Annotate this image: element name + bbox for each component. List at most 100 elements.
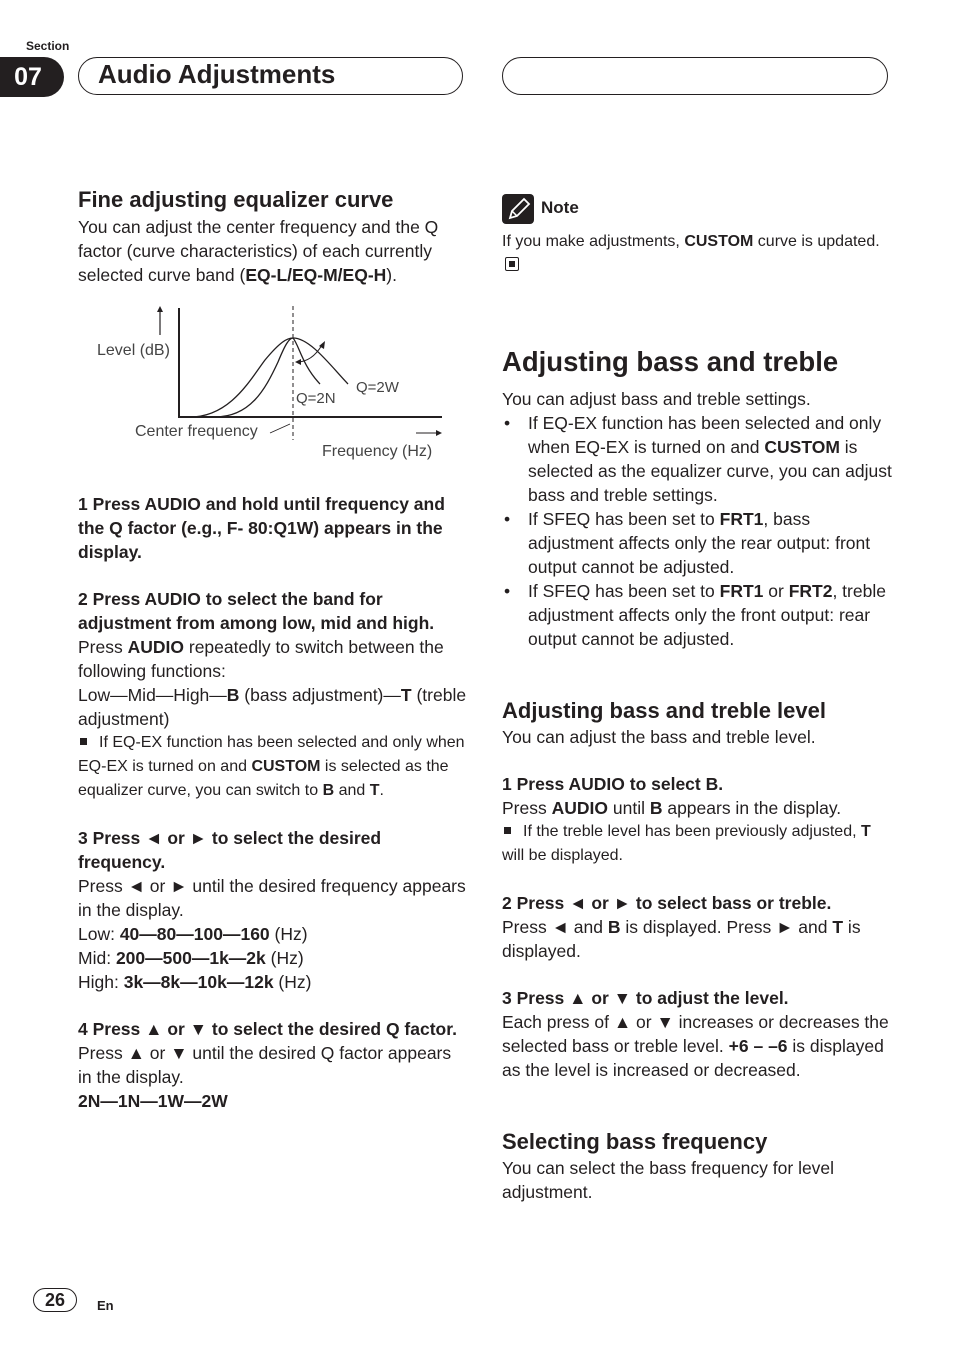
- text: If you make adjustments,: [502, 233, 685, 250]
- t-label: T: [832, 917, 844, 937]
- custom-label: CUSTOM: [764, 437, 840, 457]
- center-frequency-label: Center frequency: [135, 423, 258, 440]
- page-number: 26: [33, 1288, 77, 1312]
- label: Mid:: [78, 948, 116, 968]
- heading-bass-treble-level: Adjusting bass and treble level: [502, 698, 826, 723]
- low-frequencies: Low: 40—80—100—160 (Hz): [78, 922, 468, 946]
- heading-adjusting-bass-treble: Adjusting bass and treble: [502, 346, 839, 377]
- frt1-label: FRT1: [719, 509, 764, 529]
- text: Press: [78, 637, 128, 657]
- level-step-3-body: Each press of ▲ or ▼ increases or decrea…: [502, 1010, 894, 1082]
- label: Low:: [78, 924, 120, 944]
- left-column: Fine adjusting equalizer curve You can a…: [78, 186, 468, 287]
- level-step-1-body: Press AUDIO until B appears in the displ…: [502, 796, 894, 820]
- bass-treble-intro: You can adjust bass and treble settings.: [502, 389, 811, 409]
- text: If SFEQ has been set to: [528, 509, 720, 529]
- text: .: [379, 782, 384, 799]
- center-leader-line: [269, 423, 291, 434]
- mid-frequencies: Mid: 200—500—1k—2k (Hz): [78, 946, 468, 970]
- text: will be displayed.: [502, 847, 623, 864]
- bullet-sfeq-frt2: If SFEQ has been set to FRT1 or FRT2, tr…: [502, 579, 894, 651]
- step-4: 4 Press ▲ or ▼ to select the desired Q f…: [78, 1019, 457, 1039]
- unit: (Hz): [273, 972, 312, 992]
- q-factor-values: 2N—1N—1W—2W: [78, 1091, 228, 1111]
- b-label: B: [322, 782, 335, 799]
- y-axis-arrow: [157, 306, 163, 335]
- step-3-body: Press ◄ or ► until the desired frequency…: [78, 876, 466, 920]
- text: or: [763, 581, 789, 601]
- text: curve is updated.: [753, 233, 880, 250]
- bullet-sfeq-frt1: If SFEQ has been set to FRT1, bass adjus…: [502, 507, 894, 579]
- high-frequencies: High: 3k—8k—10k—12k (Hz): [78, 970, 468, 994]
- fine-adjusting-intro: You can adjust the center frequency and …: [78, 215, 468, 287]
- q-narrow-label: Q=2N: [296, 390, 336, 407]
- x-axis-arrow: [416, 430, 442, 436]
- section-number-badge: 07: [0, 57, 64, 97]
- step-4-body: Press ▲ or ▼ until the desired Q factor …: [78, 1043, 452, 1087]
- level-range: +6 – –6: [728, 1036, 788, 1056]
- q-wide-label: Q=2W: [356, 379, 399, 396]
- heading-selecting-bass-frequency: Selecting bass frequency: [502, 1129, 768, 1154]
- level-step-1: 1 Press AUDIO to select B.: [502, 774, 724, 794]
- frt2-label: FRT2: [788, 581, 833, 601]
- text: If SFEQ has been set to: [528, 581, 720, 601]
- text: Low—Mid—High—: [78, 685, 227, 705]
- unit: (Hz): [269, 924, 308, 944]
- note-square-icon: [504, 826, 511, 834]
- level-step-2: 2 Press ◄ or ► to select bass or treble.: [502, 893, 832, 913]
- x-axis-label: Frequency (Hz): [322, 443, 433, 460]
- left-steps: 1 Press AUDIO and hold until frequency a…: [78, 492, 468, 1113]
- step-1: 1 Press AUDIO and hold until frequency a…: [78, 494, 445, 562]
- end-mark-icon: [505, 257, 519, 271]
- text: Press ◄ and: [502, 917, 608, 937]
- bass-frequency-intro: You can select the bass frequency for le…: [502, 1158, 835, 1202]
- step-2-body: Press AUDIO repeatedly to switch between…: [78, 635, 468, 683]
- step-3: 3 Press ◄ or ► to select the desired fre…: [78, 828, 382, 872]
- b-label: B: [226, 685, 240, 705]
- intro-end: ).: [386, 265, 397, 285]
- q-arrow-tail-icon: [295, 359, 301, 365]
- text: (bass adjustment)—: [239, 685, 401, 705]
- note-body: If you make adjustments, CUSTOM curve is…: [502, 230, 894, 278]
- frt1-label: FRT1: [719, 581, 764, 601]
- t-label: T: [369, 782, 380, 799]
- pencil-note-icon: [502, 194, 534, 224]
- section-label: Section: [26, 39, 70, 53]
- heading-fine-adjusting: Fine adjusting equalizer curve: [78, 187, 394, 212]
- audio-key: AUDIO: [127, 637, 184, 657]
- band-names: EQ-L/EQ-M/EQ-H: [245, 265, 387, 285]
- language-label: En: [97, 1298, 114, 1313]
- t-label: T: [400, 685, 412, 705]
- text: appears in the display.: [662, 798, 842, 818]
- text: Press: [502, 798, 552, 818]
- bullet-eq-ex: If EQ-EX function has been selected and …: [502, 411, 894, 507]
- bass-treble-section: Adjusting bass and treble You can adjust…: [502, 345, 894, 1204]
- text: is displayed. Press ► and: [620, 917, 833, 937]
- level-intro: You can adjust the bass and treble level…: [502, 727, 816, 747]
- values: 40—80—100—160: [119, 924, 270, 944]
- note-square-icon: [80, 737, 87, 745]
- t-label: T: [860, 823, 871, 840]
- y-axis-label: Level (dB): [97, 342, 170, 359]
- unit: (Hz): [265, 948, 304, 968]
- text: and: [334, 782, 370, 799]
- text: If the treble level has been previously …: [523, 823, 861, 840]
- text: until: [608, 798, 650, 818]
- step-2-sequence: Low—Mid—High—B (bass adjustment)—T (treb…: [78, 683, 468, 731]
- audio-key: AUDIO: [551, 798, 608, 818]
- level-step-1-note: If the treble level has been previously …: [502, 820, 894, 868]
- values: 200—500—1k—2k: [115, 948, 266, 968]
- custom-label: CUSTOM: [684, 233, 754, 250]
- level-step-3: 3 Press ▲ or ▼ to adjust the level.: [502, 988, 789, 1008]
- step-2: 2 Press AUDIO to select the band for adj…: [78, 589, 435, 633]
- b-label: B: [607, 917, 621, 937]
- custom-label: CUSTOM: [251, 758, 321, 775]
- level-step-2-body: Press ◄ and B is displayed. Press ► and …: [502, 915, 894, 963]
- label: High:: [78, 972, 124, 992]
- b-label: B: [649, 798, 663, 818]
- step-2-note: If EQ-EX function has been selected and …: [78, 731, 468, 803]
- header-empty-frame: [502, 57, 888, 95]
- values: 3k—8k—10k—12k: [123, 972, 274, 992]
- note-label: Note: [541, 198, 579, 217]
- page-title: Audio Adjustments: [98, 59, 336, 89]
